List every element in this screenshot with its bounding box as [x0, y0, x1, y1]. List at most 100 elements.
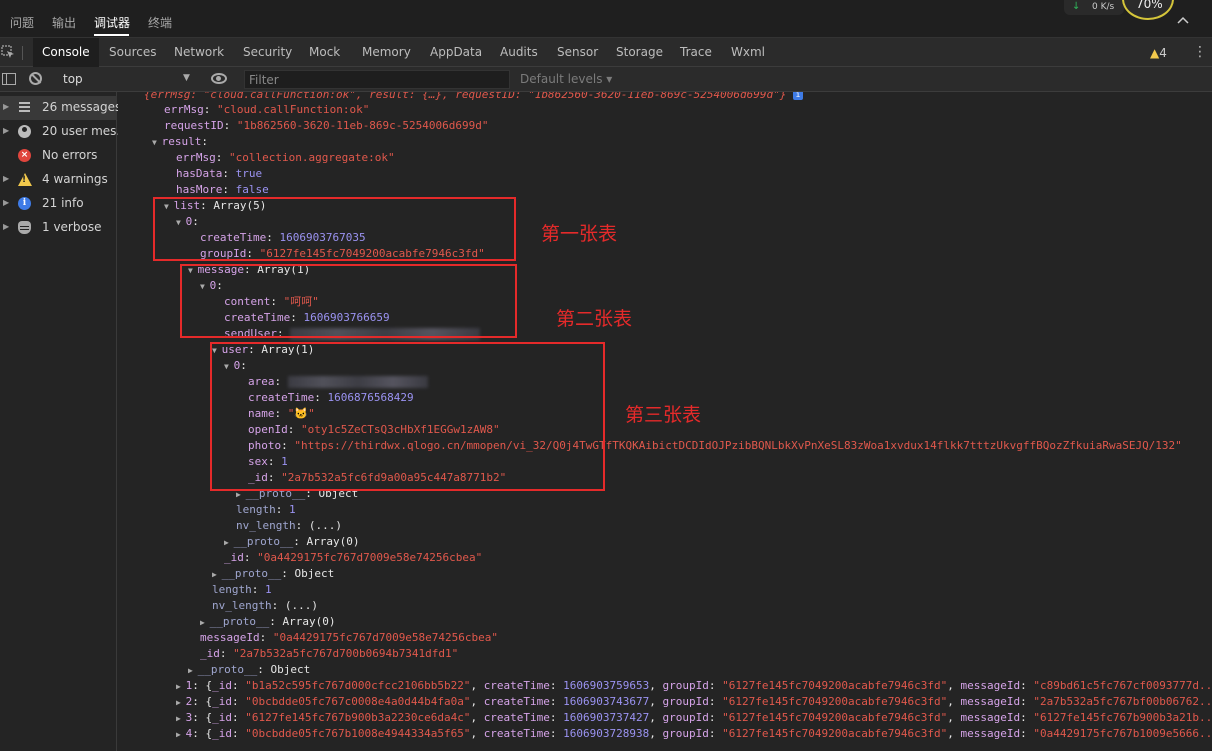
- value: Object: [270, 663, 311, 676]
- tab-problems[interactable]: 问题: [10, 14, 34, 31]
- tree-row: messageId: "0a4429175fc767d7009e58e74256…: [200, 631, 499, 644]
- sidebar-item-label: No errors: [42, 148, 98, 162]
- value: "6127fe145fc767b900b3a21b...: [1033, 711, 1212, 724]
- value: "b1a52c595fc767d000cfcc2106bb5b22": [245, 679, 471, 692]
- expand-arrow-icon[interactable]: ▶: [3, 198, 9, 207]
- key: length: [212, 583, 252, 596]
- filter-input[interactable]: [244, 70, 510, 89]
- tab-console[interactable]: Console: [33, 38, 99, 67]
- value: 1: [289, 503, 296, 516]
- collapsed-arrow-icon[interactable]: ▶: [176, 682, 186, 691]
- list-row-4[interactable]: ▶ 4: {_id: "0bcbdde05fc767b1008e4944334a…: [176, 726, 1212, 742]
- collapsed-arrow-icon[interactable]: ▶: [212, 570, 222, 579]
- info-badge-icon: i: [793, 92, 804, 100]
- key: __proto__: [221, 567, 282, 580]
- key: createTime: [483, 679, 550, 692]
- key: _id: [200, 647, 220, 660]
- tab-security[interactable]: Security: [243, 38, 292, 67]
- collapsed-arrow-icon[interactable]: ▶: [176, 714, 186, 723]
- value: false: [235, 183, 269, 196]
- tab-storage[interactable]: Storage: [616, 38, 663, 67]
- value: true: [235, 167, 263, 180]
- tab-debugger[interactable]: 调试器: [94, 14, 130, 31]
- annotation-label-table1: 第一张表: [541, 223, 618, 245]
- tree-row: errMsg: "collection.aggregate:ok": [176, 151, 395, 164]
- expanded-arrow-icon[interactable]: ▼: [152, 138, 162, 147]
- console-sidebar: ▶ 26 messages ▶ 20 user mes... × No erro…: [0, 92, 128, 751]
- collapsed-arrow-icon[interactable]: ▶: [200, 618, 210, 627]
- key: nv_length: [212, 599, 272, 612]
- key: messageId: [960, 695, 1021, 708]
- active-tab-underline: [94, 34, 129, 36]
- tab-terminal[interactable]: 终端: [148, 14, 172, 31]
- collapse-chevron-icon[interactable]: [1176, 13, 1190, 27]
- sidebar-toggle-icon[interactable]: [2, 73, 16, 85]
- expand-arrow-icon[interactable]: ▶: [3, 102, 9, 111]
- expand-arrow-icon[interactable]: ▶: [3, 222, 9, 231]
- key: createTime: [483, 711, 550, 724]
- clear-console-icon[interactable]: [29, 72, 42, 85]
- tree-row[interactable]: ▼ result:: [152, 134, 208, 150]
- tree-row: errMsg: "cloud.callFunction:ok": [164, 103, 370, 116]
- context-selector[interactable]: top ▼: [55, 67, 195, 91]
- tab-appdata[interactable]: AppData: [430, 38, 482, 67]
- value[interactable]: (...): [285, 599, 318, 612]
- tab-mock[interactable]: Mock: [309, 38, 340, 67]
- tab-memory[interactable]: Memory: [362, 38, 411, 67]
- value: "0bcbdde05fc767c0008e4a0d44b4fa0a": [245, 695, 471, 708]
- expand-arrow-icon[interactable]: ▶: [3, 126, 9, 135]
- value: "0a4429175fc767b1009e5666...: [1033, 727, 1212, 740]
- annotation-box-table2: [180, 264, 517, 338]
- tab-trace[interactable]: Trace: [680, 38, 712, 67]
- collapsed-arrow-icon[interactable]: ▶: [224, 538, 234, 547]
- value[interactable]: (...): [309, 519, 342, 532]
- value: "0a4429175fc767d7009e58e74256cbea": [272, 631, 499, 644]
- value: "0bcbdde05fc767b1008e4944334a5f65": [245, 727, 471, 740]
- collapsed-arrow-icon[interactable]: ▶: [176, 730, 186, 739]
- key: groupId: [662, 679, 709, 692]
- list-row-2[interactable]: ▶ 2: {_id: "0bcbdde05fc767c0008e4a0d44b4…: [176, 694, 1212, 710]
- tree-row[interactable]: ▶ __proto__: Object: [212, 566, 334, 582]
- key: messageId: [960, 679, 1021, 692]
- inspect-element-icon[interactable]: [1, 45, 15, 59]
- devtools-panel-tabs: Console Sources Network Security Mock Me…: [0, 38, 1212, 67]
- download-arrow-icon: ↓: [1072, 1, 1081, 12]
- list-row-3[interactable]: ▶ 3: {_id: "6127fe145fc767b900b3a2230ce6…: [176, 710, 1212, 726]
- tab-output[interactable]: 输出: [52, 14, 76, 31]
- tab-wxml[interactable]: Wxml: [731, 38, 765, 67]
- tree-row[interactable]: ▶ __proto__: Array(0): [200, 614, 335, 630]
- key: __proto__: [197, 663, 258, 676]
- sidebar-item-messages[interactable]: ▶ 26 messages: [0, 96, 121, 120]
- sidebar-item-verbose[interactable]: ▶ 1 verbose: [0, 216, 117, 240]
- sidebar-item-errors[interactable]: × No errors: [0, 144, 117, 168]
- key: length: [236, 503, 276, 516]
- value: "2a7b532a5fc767d700b0694b7341dfd1": [233, 647, 459, 660]
- sidebar-item-user-messages[interactable]: ▶ 20 user mes...: [0, 120, 128, 144]
- collapsed-arrow-icon[interactable]: ▶: [236, 490, 246, 499]
- log-levels-dropdown[interactable]: Default levels ▾: [520, 72, 612, 86]
- value: "6127fe145fc7049200acabfe7946c3fd": [722, 695, 948, 708]
- tab-sensor[interactable]: Sensor: [557, 38, 598, 67]
- key: result: [161, 135, 202, 148]
- tab-sources[interactable]: Sources: [109, 38, 156, 67]
- live-expression-eye-icon[interactable]: [211, 73, 227, 84]
- expand-arrow-icon[interactable]: ▶: [3, 174, 9, 183]
- tree-row: length: 1: [236, 503, 296, 516]
- value: 1606903743677: [563, 695, 650, 708]
- collapsed-arrow-icon[interactable]: ▶: [176, 698, 186, 707]
- more-options-icon[interactable]: ⋮: [1193, 45, 1207, 59]
- list-icon: [18, 101, 31, 114]
- key: groupId: [662, 711, 709, 724]
- collapsed-arrow-icon[interactable]: ▶: [188, 666, 198, 675]
- list-row-1[interactable]: ▶ 1: {_id: "b1a52c595fc767d000cfcc2106bb…: [176, 678, 1212, 694]
- value: 1: [265, 583, 272, 596]
- sidebar-item-warnings[interactable]: ▶ ! 4 warnings: [0, 168, 117, 192]
- sidebar-item-label: 20 user mes...: [42, 124, 128, 138]
- sidebar-item-info[interactable]: ▶ i 21 info: [0, 192, 117, 216]
- tree-row[interactable]: ▶ __proto__: Object: [188, 662, 310, 678]
- tree-row[interactable]: ▶ __proto__: Array(0): [224, 534, 359, 550]
- annotation-box-table3: [210, 342, 605, 491]
- tab-network[interactable]: Network: [174, 38, 224, 67]
- tab-audits[interactable]: Audits: [500, 38, 538, 67]
- warnings-counter[interactable]: ▲4: [1150, 46, 1167, 60]
